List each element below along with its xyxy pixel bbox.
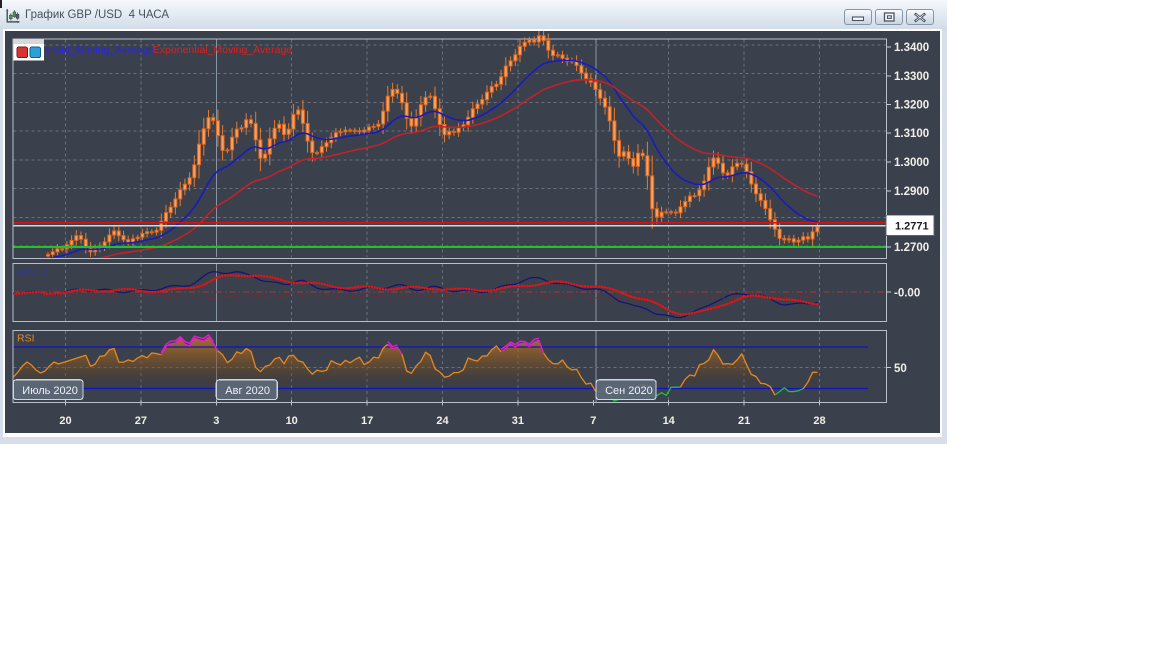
- svg-text:ential_Moving_Average: ential_Moving_Average: [45, 44, 155, 56]
- svg-text:MACD: MACD: [17, 267, 48, 279]
- svg-text:27: 27: [135, 415, 147, 427]
- svg-text:31: 31: [512, 415, 524, 427]
- svg-text:1.3300: 1.3300: [894, 71, 929, 83]
- svg-text:17: 17: [361, 415, 373, 427]
- svg-text:21: 21: [738, 415, 750, 427]
- svg-text:Сен 2020: Сен 2020: [605, 385, 653, 397]
- svg-text:1.3200: 1.3200: [894, 100, 929, 112]
- svg-text:3: 3: [213, 415, 219, 427]
- svg-text:20: 20: [59, 415, 71, 427]
- svg-text:-0.00: -0.00: [894, 288, 920, 300]
- svg-text:1.2771: 1.2771: [895, 221, 929, 233]
- svg-text:Авг 2020: Авг 2020: [225, 385, 270, 397]
- svg-text:10: 10: [286, 415, 298, 427]
- svg-text:28: 28: [813, 415, 825, 427]
- svg-text:RSI: RSI: [17, 333, 35, 345]
- svg-text:1.2700: 1.2700: [894, 242, 929, 254]
- svg-text:1.3400: 1.3400: [894, 42, 929, 54]
- svg-text:14: 14: [663, 415, 676, 427]
- svg-text:1.3100: 1.3100: [894, 128, 929, 140]
- svg-text:50: 50: [894, 363, 907, 375]
- svg-text:1.3000: 1.3000: [894, 157, 929, 169]
- svg-text:7: 7: [590, 415, 596, 427]
- svg-text:Июль 2020: Июль 2020: [22, 385, 78, 397]
- svg-text:1.2900: 1.2900: [894, 186, 929, 198]
- svg-text:24: 24: [436, 415, 449, 427]
- svg-text:Exponential_Moving_Average: Exponential_Moving_Average: [153, 44, 292, 56]
